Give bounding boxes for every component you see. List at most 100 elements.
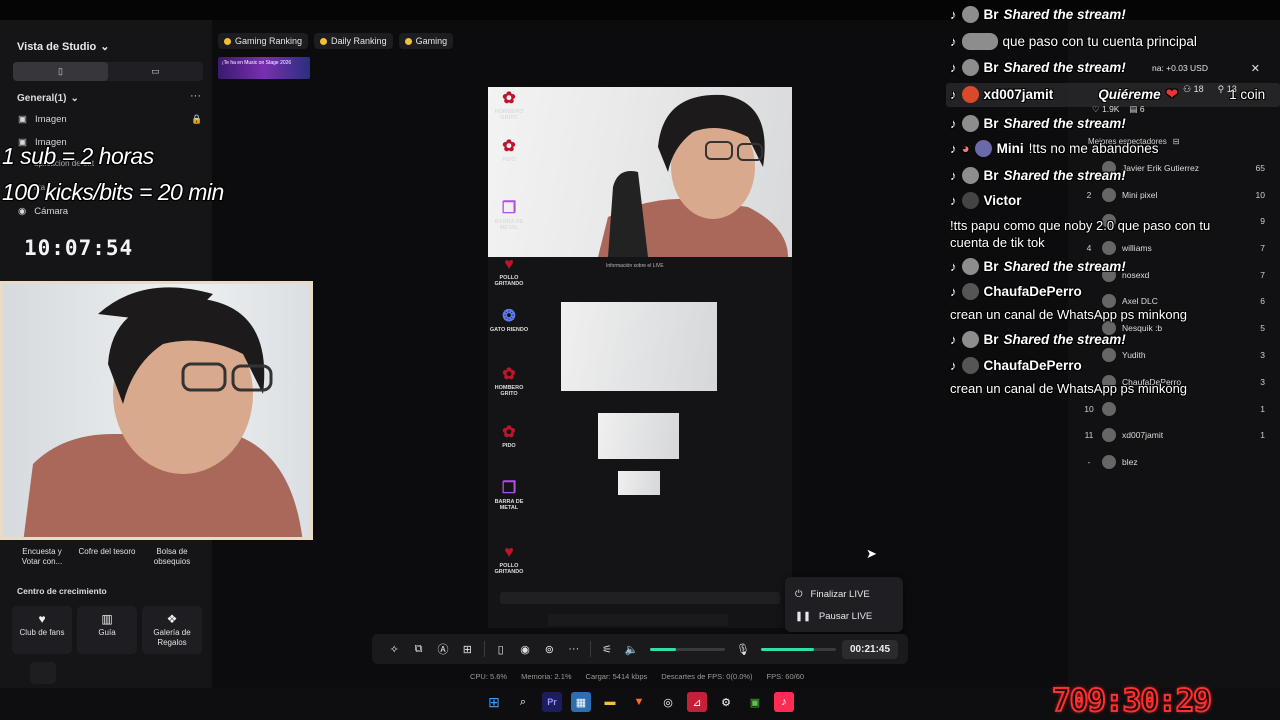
record-icon[interactable]: ◉ — [513, 643, 537, 656]
heart-icon: ♥ — [504, 256, 514, 273]
ai-icon[interactable]: Ⓐ — [431, 641, 455, 657]
alert-label: BARRA DE METAL — [494, 219, 524, 231]
source-label: Imagen — [34, 114, 67, 125]
ranking-row[interactable]: 10 1 — [1080, 402, 1265, 416]
chevron-down-icon: ⌄ — [100, 41, 110, 53]
gift-bag-tool[interactable]: Bolsa de obsequios — [142, 543, 202, 567]
alert-item: ✿ HOMBERO GRITO — [488, 365, 530, 397]
trophy-icon — [404, 37, 412, 45]
avatar — [961, 6, 979, 23]
source-item-camera[interactable]: ◉ Cámara — [18, 206, 68, 217]
source-item-image-1[interactable]: ▣ Imagen — [18, 114, 67, 125]
growth-center-title: Centro de crecimiento — [17, 586, 107, 596]
preview-streamer — [598, 94, 788, 257]
gift-gallery-tool[interactable]: ❖ Galería de Regalos — [142, 606, 202, 654]
fan-club-label: Club de fans — [19, 628, 65, 637]
gift-rose-icon: ❤ — [1165, 86, 1179, 103]
studio-view-dropdown[interactable]: Vista de Studio ⌄ — [17, 40, 110, 54]
chat-message: Shared the stream! — [1003, 168, 1126, 183]
alert-item: ✿ PIDO — [488, 137, 530, 163]
balloon-icon: ❂ — [502, 308, 516, 325]
chat-username: xd007jamit — [983, 86, 1054, 102]
streamer-figure — [23, 287, 303, 537]
ranking-row[interactable]: Yudith 3 — [1080, 348, 1265, 362]
phone-icon[interactable]: ▯ — [488, 643, 512, 656]
close-icon[interactable]: ✕ — [1251, 62, 1260, 75]
microphone-icon[interactable]: 🎙 — [731, 643, 755, 656]
tab-gaming[interactable]: Gaming — [398, 33, 454, 49]
windows-start-icon[interactable]: ⊞ — [484, 692, 504, 712]
extra-tool-tile[interactable] — [30, 662, 56, 684]
fan-club-tool[interactable]: ♥ Club de fans — [12, 606, 72, 654]
tiktok-icon: ♪ — [950, 284, 957, 299]
subathon-rule-1: 1 sub = 2 horas — [2, 143, 154, 169]
avatar — [961, 283, 979, 300]
avatar — [961, 192, 979, 209]
photos-icon[interactable]: ▦ — [571, 692, 591, 712]
premiere-icon[interactable]: Pr — [542, 692, 562, 712]
tiktok-icon: ♪ — [950, 86, 957, 102]
app-red-icon[interactable]: ⊿ — [687, 692, 707, 712]
app-green-icon[interactable]: ▣ — [745, 692, 765, 712]
mic-volume-slider[interactable] — [761, 647, 836, 651]
effects-icon[interactable]: ✧ — [382, 643, 406, 656]
avatar — [1102, 348, 1116, 362]
avatar — [1102, 188, 1116, 202]
ranking-row[interactable]: 2 Mini pixel 10 — [1080, 188, 1265, 202]
rose-icon: ✿ — [502, 424, 516, 441]
end-live-button[interactable]: ⏻ Finalizar LIVE — [795, 583, 893, 605]
mixer-icon[interactable]: ⚟ — [595, 643, 619, 656]
tab-label: Daily Ranking — [331, 36, 387, 46]
portrait-option[interactable]: ▯ — [13, 62, 108, 81]
chat-line: ♪ Br Shared the stream! — [950, 258, 1126, 275]
heart-icon: ♥ — [38, 612, 46, 626]
screen-root: Vista de Studio ⌄ ▯ ▭ General(1) ⌄ ··· ▣… — [0, 0, 1280, 720]
brave-icon[interactable]: ▼ — [629, 692, 649, 712]
obs-icon[interactable]: ◎ — [658, 692, 678, 712]
share-count: 13 — [1226, 84, 1237, 94]
lock-icon[interactable]: 🔒 — [191, 114, 202, 125]
viewer-name: Mini pixel — [1122, 190, 1158, 200]
guide-tool[interactable]: ▥ Guía — [77, 606, 137, 654]
viewer-score: 3 — [1260, 350, 1265, 360]
pause-live-button[interactable]: ❚❚ Pausar LIVE — [795, 605, 893, 627]
likes-stat: ♡ 1.9K — [1092, 104, 1120, 114]
file-explorer-icon[interactable]: ▬ — [600, 692, 620, 712]
ranking-row[interactable]: - blez — [1080, 455, 1265, 469]
avatar — [961, 33, 998, 50]
book-icon: ▥ — [101, 612, 113, 626]
viewer-name: Yudith — [1122, 350, 1146, 360]
viewer-score: 5 — [1260, 323, 1265, 333]
tab-gaming-ranking[interactable]: Gaming Ranking — [218, 33, 309, 49]
info-icon[interactable]: ⊟ — [1173, 137, 1180, 146]
speaker-volume-slider[interactable] — [649, 647, 725, 651]
poll-tool[interactable]: Encuesta y Votar con... — [12, 543, 72, 567]
orientation-toggle: ▯ ▭ — [13, 62, 203, 81]
more-icon[interactable]: ··· — [562, 643, 586, 655]
more-options-icon[interactable]: ··· — [190, 90, 201, 102]
search-icon[interactable]: ⌕ — [513, 692, 533, 712]
layout-icon[interactable]: ⧉ — [406, 643, 430, 656]
speaker-icon[interactable]: 🔈 — [619, 643, 643, 656]
heart-icon: ♥ — [504, 544, 514, 561]
live-duration: 00:21:45 — [842, 639, 899, 659]
treasure-chest-tool[interactable]: Cofre del tesoro — [77, 543, 137, 567]
alert-label: POLLO GRITANDO — [494, 275, 524, 287]
preview-camera — [488, 87, 792, 257]
chat-username: Victor — [983, 193, 1022, 208]
landscape-option[interactable]: ▭ — [108, 62, 203, 81]
tiktok-live-studio-icon[interactable]: ♪ — [774, 692, 794, 712]
camera-switch-icon[interactable]: ⊚ — [537, 643, 561, 656]
scene-group-dropdown[interactable]: General(1) ⌄ — [17, 93, 79, 104]
steam-icon[interactable]: ⚙ — [716, 692, 736, 712]
alert-label: PIDO — [502, 157, 516, 163]
tab-daily-ranking[interactable]: Daily Ranking — [314, 33, 393, 49]
chat-username: Mini — [996, 141, 1024, 156]
divider — [483, 641, 485, 657]
chat-username: Br — [983, 116, 999, 131]
badge-icon: ◕ — [961, 141, 970, 156]
event-banner[interactable]: ¡Te ha en Music on Stage 2026 — [218, 57, 310, 79]
ranking-row[interactable]: 11 xd007jamit 1 — [1080, 428, 1265, 442]
add-source-icon[interactable]: ⊞ — [455, 643, 479, 656]
trophy-icon — [320, 37, 328, 45]
